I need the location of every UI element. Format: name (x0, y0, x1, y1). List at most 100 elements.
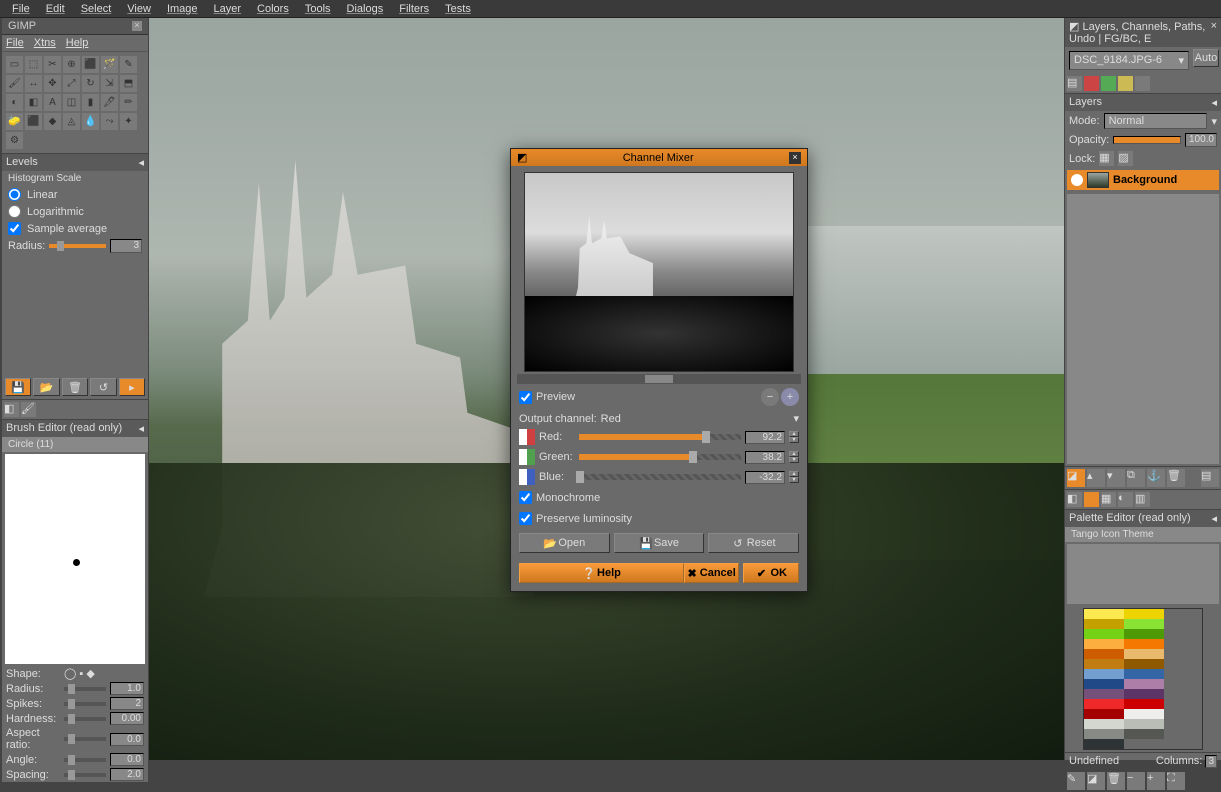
duplicate-layer-button[interactable]: ⧉ (1127, 469, 1145, 487)
paths-tab[interactable] (1101, 76, 1116, 91)
menu-filters[interactable]: Filters (391, 1, 437, 17)
swatch[interactable] (1084, 689, 1124, 699)
tool-18[interactable]: ▮ (82, 94, 99, 111)
toolbox-menu-file[interactable]: File (6, 37, 24, 49)
tool-22[interactable]: ⬛ (25, 113, 42, 130)
toolbox-menu-xtns[interactable]: Xtns (34, 37, 56, 49)
zoom-in-icon[interactable]: + (781, 388, 799, 406)
brush-slider-aspectratio[interactable]: Aspect ratio:0.0 (2, 726, 148, 752)
zoom-out-icon[interactable]: − (761, 388, 779, 406)
tool-26[interactable]: ⤳ (101, 113, 118, 130)
preview-checkbox[interactable] (519, 391, 532, 404)
gradients-tab[interactable]: ◐ (1118, 492, 1133, 507)
tool-4[interactable]: ⬛ (82, 56, 99, 73)
tool-17[interactable]: ◫ (63, 94, 80, 111)
brush-slider-spacing[interactable]: Spacing:2.0 (2, 767, 148, 782)
tool-3[interactable]: ⊕ (63, 56, 80, 73)
histogram-tab[interactable] (1135, 76, 1150, 91)
swatch[interactable] (1084, 639, 1124, 649)
columns-field[interactable]: 3 (1205, 755, 1217, 768)
open-button[interactable]: 📂Open (519, 533, 610, 553)
palette-name-field[interactable]: Tango Icon Theme (1065, 527, 1221, 542)
zoom-in-button[interactable]: + (1147, 772, 1165, 790)
brush-name-field[interactable]: Circle (11) (2, 437, 148, 452)
zoom-all-button[interactable]: ⛶ (1167, 772, 1185, 790)
tool-5[interactable]: 🪄 (101, 56, 118, 73)
swatch[interactable] (1124, 729, 1164, 739)
tool-9[interactable]: ✥ (44, 75, 61, 92)
layer-background[interactable]: Background (1067, 170, 1219, 190)
swatch[interactable] (1084, 739, 1124, 749)
menu-colors[interactable]: Colors (249, 1, 297, 17)
channel-slider-red[interactable]: Red:92.2▴▾ (517, 427, 801, 447)
blend-mode[interactable]: Mode: Normal▾ (1065, 111, 1221, 131)
tool-15[interactable]: ◧ (25, 94, 42, 111)
menu-button[interactable]: ▸ (119, 378, 145, 396)
tool-7[interactable]: 🖌 (6, 75, 23, 92)
tool-25[interactable]: 💧 (82, 113, 99, 130)
menu-view[interactable]: View (119, 1, 159, 17)
brush-slider-hardness[interactable]: Hardness:0.00 (2, 711, 148, 726)
swatch[interactable] (1124, 639, 1164, 649)
dialog-titlebar[interactable]: ◩ Channel Mixer × (511, 149, 807, 166)
channel-slider-green[interactable]: Green:38.2▴▾ (517, 447, 801, 467)
reset-preset-button[interactable]: ↺ (90, 378, 116, 396)
auto-button[interactable]: Auto (1193, 49, 1219, 67)
lock-alpha-icon[interactable]: ▨ (1118, 151, 1133, 166)
brush-slider-radius[interactable]: Radius:1.0 (2, 681, 148, 696)
monochrome-checkbox[interactable] (519, 491, 532, 504)
close-icon[interactable]: × (132, 21, 142, 31)
fg-bg-tab[interactable]: ◧ (1067, 492, 1082, 507)
linear-radio[interactable]: Linear (2, 186, 148, 203)
brush-tab[interactable]: 🖌 (21, 402, 36, 417)
undo-tab[interactable] (1118, 76, 1133, 91)
save-preset-button[interactable]: 💾 (5, 378, 31, 396)
channel-slider-blue[interactable]: Blue:-32.2▴▾ (517, 467, 801, 487)
swatch[interactable] (1124, 629, 1164, 639)
restore-preset-button[interactable]: 📂 (33, 378, 59, 396)
visibility-icon[interactable] (1071, 174, 1083, 186)
tool-27[interactable]: ✦ (120, 113, 137, 130)
cancel-button[interactable]: ✖Cancel (684, 563, 740, 583)
menu-tools[interactable]: Tools (297, 1, 339, 17)
save-button[interactable]: 💾Save (614, 533, 705, 553)
channels-tab[interactable] (1084, 76, 1099, 91)
swatch[interactable] (1124, 619, 1164, 629)
tool-1[interactable]: ⬚ (25, 56, 42, 73)
close-icon[interactable]: × (789, 152, 801, 164)
swatch[interactable] (1124, 609, 1164, 619)
tool-12[interactable]: ⇲ (101, 75, 118, 92)
tool-6[interactable]: ✎ (120, 56, 137, 73)
swatch[interactable] (1124, 699, 1164, 709)
tool-23[interactable]: ◆ (44, 113, 61, 130)
tool-10[interactable]: ⤢ (63, 75, 80, 92)
swatch[interactable] (1124, 659, 1164, 669)
lock-pixels-icon[interactable]: ▦ (1099, 151, 1114, 166)
brush-slider-spikes[interactable]: Spikes:2 (2, 696, 148, 711)
swatch[interactable] (1084, 679, 1124, 689)
menu-select[interactable]: Select (73, 1, 120, 17)
tool-20[interactable]: ✏ (120, 94, 137, 111)
menu-icon[interactable]: ▤ (1201, 469, 1219, 487)
close-icon[interactable]: × (1211, 20, 1217, 45)
image-selector[interactable]: DSC_9184.JPG-6▾ (1069, 51, 1189, 70)
zoom-out-button[interactable]: − (1127, 772, 1145, 790)
palettes-tab[interactable]: ▥ (1135, 492, 1150, 507)
sample-average-check[interactable]: Sample average (2, 220, 148, 237)
swatch[interactable] (1084, 729, 1124, 739)
tool-19[interactable]: 🖊 (101, 94, 118, 111)
swatch[interactable] (1124, 689, 1164, 699)
opacity-slider[interactable]: Opacity: 100.0 (1065, 131, 1221, 149)
output-channel-combo[interactable]: Red (601, 413, 790, 425)
raise-layer-button[interactable]: ▴ (1087, 469, 1105, 487)
swatch[interactable] (1124, 669, 1164, 679)
tool-0[interactable]: ▭ (6, 56, 23, 73)
swatch[interactable] (1124, 709, 1164, 719)
swatch[interactable] (1124, 649, 1164, 659)
new-color-button[interactable]: ◪ (1087, 772, 1105, 790)
menu-tests[interactable]: Tests (437, 1, 479, 17)
tool-2[interactable]: ✂ (44, 56, 61, 73)
help-button[interactable]: ❔Help (519, 563, 684, 583)
tool-21[interactable]: 🧽 (6, 113, 23, 130)
ok-button[interactable]: ✔OK (743, 563, 799, 583)
